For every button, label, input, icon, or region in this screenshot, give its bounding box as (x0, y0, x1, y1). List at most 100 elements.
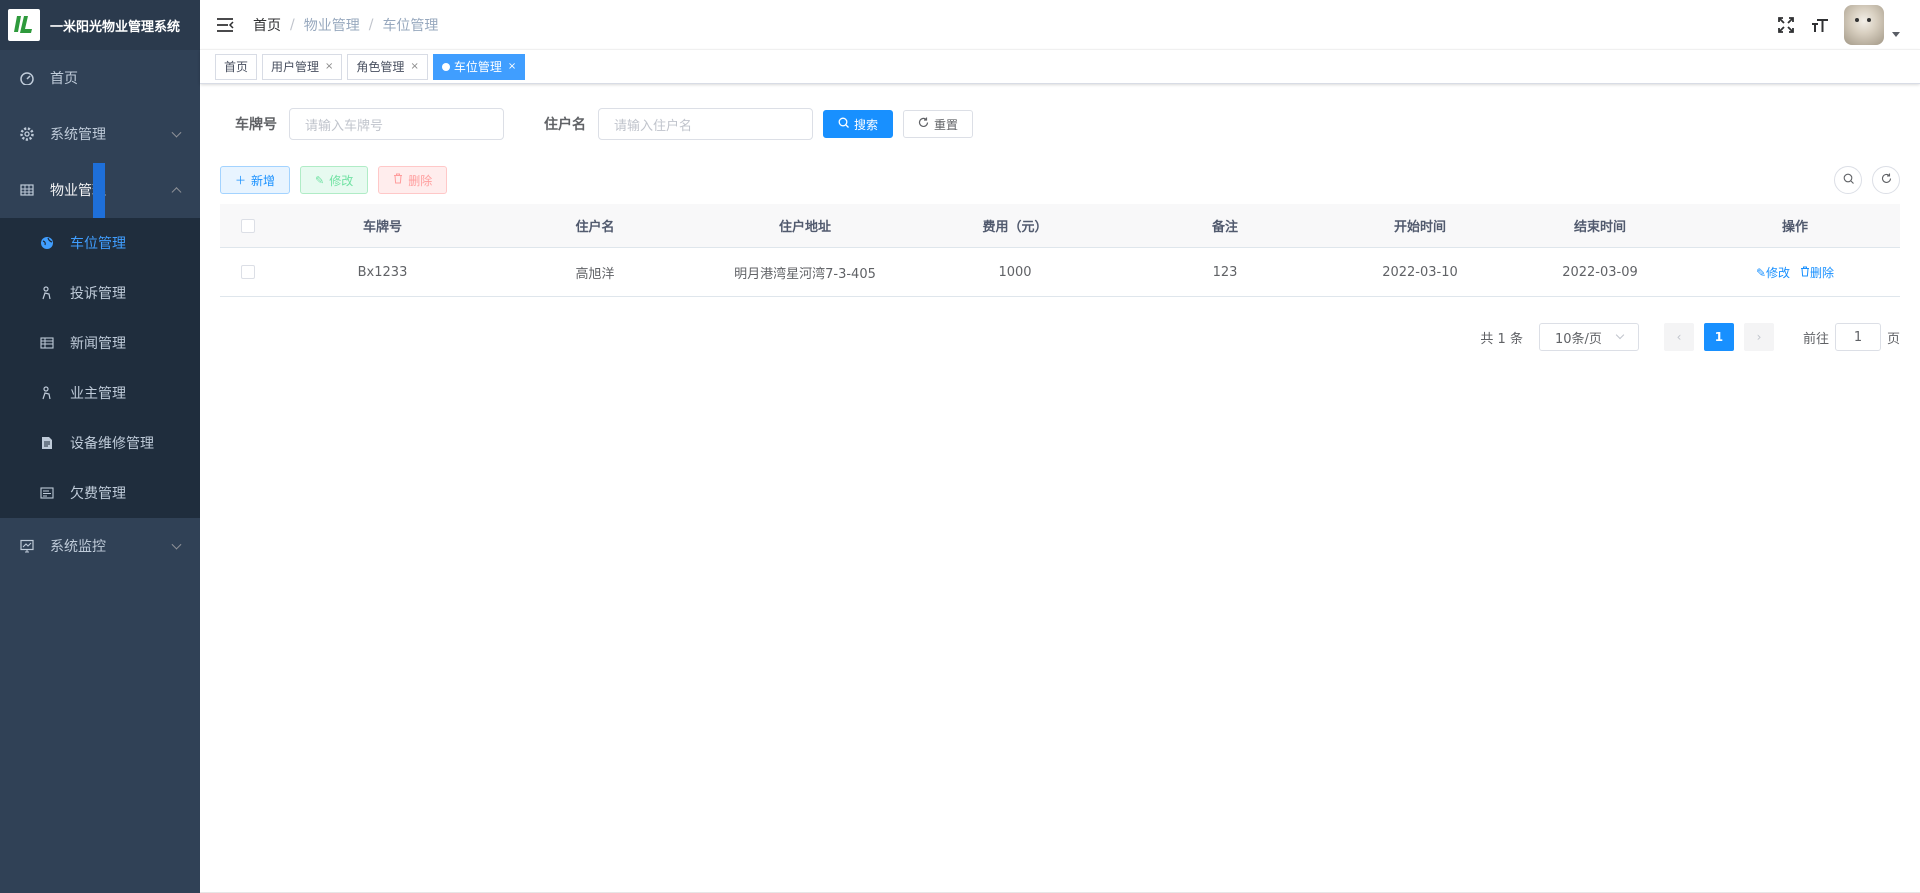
resident-input[interactable]: 请输入住户名 (598, 108, 813, 140)
tag-roles[interactable]: 角色管理 × (347, 53, 428, 80)
header-cell: 住户地址 (778, 220, 831, 235)
header-cell: 结束时间 (1573, 220, 1626, 235)
hamburger-icon[interactable] (215, 15, 235, 35)
search-button[interactable]: 搜索 (823, 110, 894, 138)
header-cell: 费用（元） (982, 220, 1048, 235)
trash-icon (393, 173, 403, 187)
fullscreen-icon[interactable] (1776, 15, 1796, 35)
add-button[interactable]: ＋ 新增 (220, 166, 291, 194)
breadcrumb-separator: / (368, 16, 374, 33)
row-checkbox[interactable] (240, 265, 255, 279)
sidebar-item-label: 欠费管理 (70, 486, 126, 502)
dashboard-icon (20, 71, 34, 85)
grid-icon (20, 183, 34, 197)
delete-button[interactable]: 删除 (378, 166, 448, 194)
sidebar-item-parking[interactable]: 车位管理 (0, 218, 200, 268)
page-size-select[interactable]: 10条/页 (1538, 323, 1639, 351)
cell-fee: 1000 (998, 264, 1032, 280)
prev-page-button[interactable]: ‹ (1663, 323, 1694, 351)
breadcrumb: 首页 / 物业管理 / 车位管理 (253, 15, 438, 35)
monitor-icon (20, 539, 34, 553)
edit-button-label: 修改 (329, 173, 354, 188)
person-icon (40, 386, 54, 400)
sidebar-item-maintenance[interactable]: 设备维修管理 (0, 418, 200, 468)
tag-users[interactable]: 用户管理 × (262, 53, 343, 80)
chevron-right-icon: › (1756, 330, 1762, 344)
edit-icon: ✎ (315, 173, 325, 187)
select-all-checkbox[interactable] (240, 218, 255, 233)
sidebar-item-label: 系统管理 (50, 127, 106, 143)
resident-label: 住户名 (544, 117, 586, 133)
pagination-total: 共 1 条 (1480, 331, 1523, 347)
parking-table: 车牌号 住户名 住户地址 费用（元） 备注 开始时间 结束时间 操作 Bx123… (220, 204, 1900, 297)
plate-label: 车牌号 (235, 117, 277, 133)
toolbar-right (1834, 166, 1900, 194)
form-icon (40, 486, 54, 500)
refresh-button[interactable] (1872, 166, 1900, 194)
cell-actions: ✎修改 删除 (1690, 264, 1900, 281)
avatar[interactable] (1844, 5, 1884, 45)
sidebar-item-label: 首页 (50, 71, 78, 87)
refresh-icon (918, 117, 929, 131)
chevron-down-icon (171, 539, 182, 550)
chevron-down-icon (171, 127, 182, 138)
sidebar-item-home[interactable]: 首页 (0, 50, 200, 106)
close-icon[interactable]: × (508, 55, 516, 79)
table-icon (40, 336, 54, 350)
cell-address: 明月港湾星河湾7-3-405 (734, 266, 876, 282)
breadcrumb-separator: / (290, 16, 295, 33)
sidebar-item-complaints[interactable]: 投诉管理 (0, 268, 200, 318)
sidebar-item-label: 系统监控 (50, 539, 106, 555)
search-button-label: 搜索 (854, 117, 879, 132)
sidebar-item-label: 业主管理 (70, 386, 126, 402)
sidebar-item-owners[interactable]: 业主管理 (0, 368, 200, 418)
toggle-search-button[interactable] (1834, 166, 1862, 194)
sidebar-item-news[interactable]: 新闻管理 (0, 318, 200, 368)
cell-end-time: 2022-03-09 (1562, 264, 1638, 280)
next-page-button[interactable]: › (1743, 323, 1774, 351)
logo-area[interactable]: 一米阳光物业管理系统 (0, 0, 200, 50)
tag-home[interactable]: 首页 (215, 53, 258, 80)
goto-page-input[interactable]: 1 (1834, 323, 1881, 351)
edit-button[interactable]: ✎ 修改 (300, 166, 369, 194)
page-size-value: 10条/页 (1554, 331, 1602, 347)
row-edit-link[interactable]: ✎修改 (1756, 266, 1790, 280)
trash-icon (1800, 266, 1810, 280)
plate-input[interactable]: 请输入车牌号 (289, 108, 504, 140)
row-edit-label: 修改 (1766, 265, 1791, 280)
tag-label: 用户管理 (271, 59, 320, 74)
page-number[interactable]: 1 (1703, 323, 1734, 351)
cell-plate: Bx1233 (357, 264, 408, 280)
plus-icon: ＋ (235, 174, 246, 187)
sidebar-item-label: 车位管理 (70, 236, 126, 252)
chevron-left-icon: ‹ (1676, 330, 1682, 344)
header-checkbox-cell (220, 218, 275, 233)
sidebar-item-arrears[interactable]: 欠费管理 (0, 468, 200, 518)
sidebar-item-label: 新闻管理 (70, 336, 126, 352)
reset-button[interactable]: 重置 (903, 110, 974, 138)
page-jumper: 前往 1 页 (1803, 323, 1900, 351)
close-icon[interactable]: × (410, 55, 418, 79)
table-row[interactable]: Bx1233 高旭洋 明月港湾星河湾7-3-405 1000 123 2022-… (220, 248, 1900, 296)
breadcrumb-item: 物业管理 (303, 17, 360, 34)
sidebar-item-monitor[interactable]: 系统监控 (0, 518, 200, 574)
sidebar: 一米阳光物业管理系统 首页 系统管理 物业管理 车位管理 投诉管理 新闻管理 业… (0, 0, 200, 893)
row-delete-link[interactable]: 删除 (1800, 266, 1834, 280)
chevron-down-icon (1615, 330, 1625, 340)
chevron-up-icon (171, 187, 182, 198)
header-cell: 车牌号 (362, 220, 402, 235)
tag-parking[interactable]: 车位管理 × (432, 53, 526, 80)
refresh-icon (1881, 173, 1892, 187)
delete-button-label: 删除 (408, 173, 433, 188)
cell-remark: 123 (1212, 264, 1238, 280)
header-cell: 操作 (1781, 220, 1808, 235)
search-form: 车牌号 请输入车牌号 住户名 请输入住户名 搜索 重置 (220, 108, 1900, 140)
table-header: 车牌号 住户名 住户地址 费用（元） 备注 开始时间 结束时间 操作 (220, 204, 1900, 248)
breadcrumb-item[interactable]: 首页 (253, 15, 281, 35)
sidebar-item-system[interactable]: 系统管理 (0, 106, 200, 162)
font-size-icon[interactable] (1810, 15, 1830, 35)
caret-down-icon[interactable] (1892, 31, 1900, 37)
breadcrumb-item: 车位管理 (382, 17, 439, 34)
person-icon (40, 286, 54, 300)
close-icon[interactable]: × (325, 55, 333, 79)
